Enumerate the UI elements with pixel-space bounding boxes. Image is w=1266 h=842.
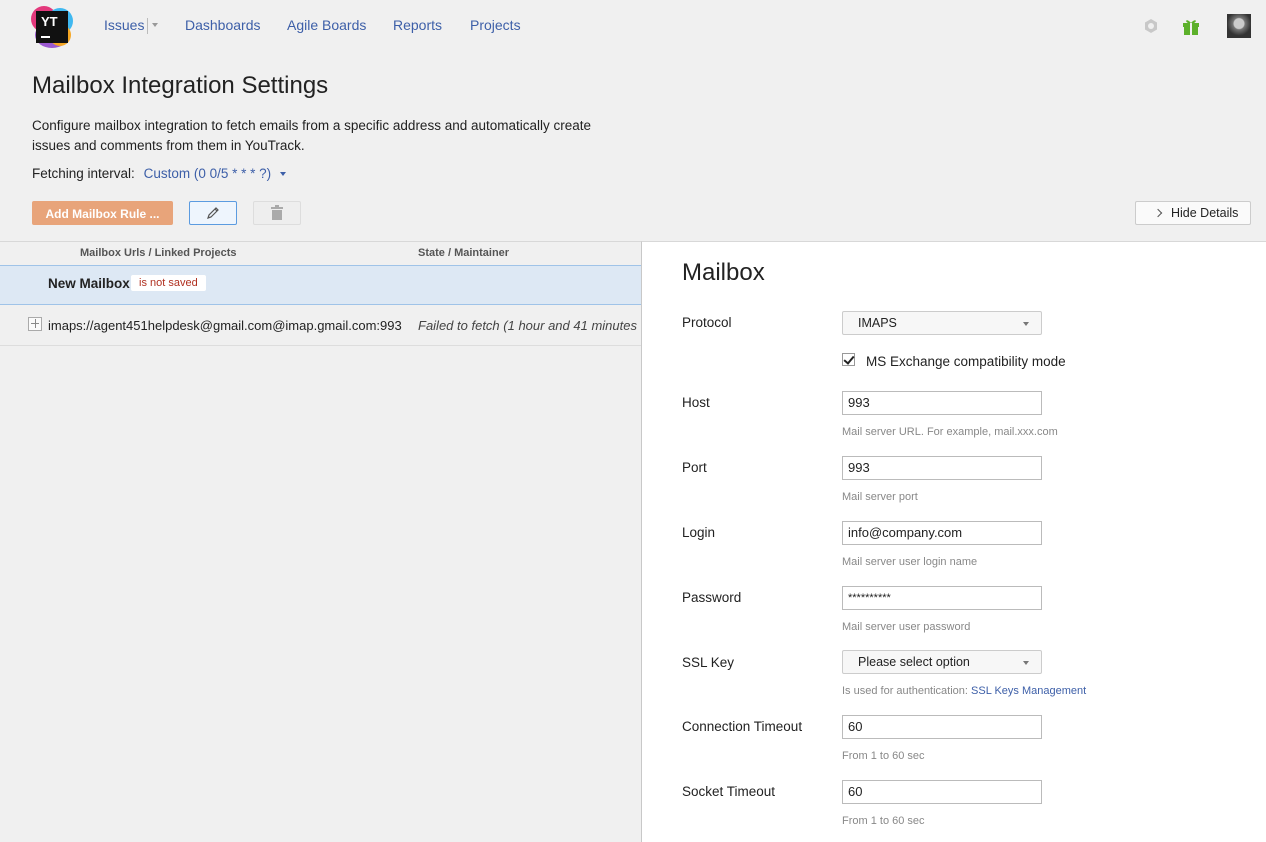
nav-issues[interactable]: Issues [104,17,144,33]
status-badge: is not saved [131,275,206,291]
nav-projects[interactable]: Projects [470,17,521,33]
hide-details-button[interactable]: Hide Details [1135,201,1251,225]
ssl-key-value: Please select option [858,655,970,669]
host-label: Host [682,395,710,410]
ssl-key-hint-text: Is used for authentication: [842,685,968,697]
table-row[interactable]: imaps://agent451helpdesk@gmail.com@imap.… [0,306,641,346]
column-header-state[interactable]: State / Maintainer [418,247,509,259]
port-label: Port [682,460,707,475]
ssl-keys-management-link[interactable]: SSL Keys Management [971,685,1086,697]
hide-details-label: Hide Details [1171,206,1239,220]
nav-reports[interactable]: Reports [393,17,442,33]
mailbox-url: imaps://agent451helpdesk@gmail.com@imap.… [48,318,402,333]
gift-icon[interactable] [1181,16,1201,36]
expand-plus-icon[interactable] [28,317,42,331]
host-input[interactable]: 993 [842,391,1042,415]
port-hint: Mail server port [842,491,918,503]
connection-timeout-hint: From 1 to 60 sec [842,750,925,762]
details-panel: Mailbox Protocol IMAPS MS Exchange compa… [641,241,1266,842]
pencil-icon [207,207,219,219]
delete-button[interactable] [253,201,301,225]
ms-exchange-checkbox[interactable] [842,353,855,366]
edit-button[interactable] [189,201,237,225]
fetching-interval-dropdown-icon[interactable] [279,172,286,177]
column-header-mailbox-urls[interactable]: Mailbox Urls / Linked Projects [80,247,237,259]
connection-timeout-input[interactable]: 60 [842,715,1042,739]
socket-timeout-input[interactable]: 60 [842,780,1042,804]
password-label: Password [682,590,742,605]
settings-hex-icon[interactable] [1143,18,1159,34]
nav-dashboards[interactable]: Dashboards [185,17,261,33]
trash-icon [271,205,283,220]
host-hint: Mail server URL. For example, mail.xxx.c… [842,426,1058,438]
nav-separator [147,18,148,34]
chevron-down-icon [1023,661,1029,665]
details-title: Mailbox [682,259,765,286]
mailbox-state: Failed to fetch (1 hour and 41 minutes [418,318,637,333]
page-title: Mailbox Integration Settings [32,72,329,99]
add-mailbox-rule-button[interactable]: Add Mailbox Rule ... [32,201,173,225]
chevron-down-icon [1023,322,1029,326]
issues-dropdown-icon[interactable] [152,23,158,27]
new-mailbox-name: New Mailbox [48,276,130,291]
protocol-value: IMAPS [858,316,897,330]
protocol-label: Protocol [682,315,732,330]
ms-exchange-label[interactable]: MS Exchange compatibility mode [866,354,1066,369]
fetching-interval: Fetching interval: Custom (0 0/5 * * * ?… [32,166,286,181]
password-hint: Mail server user password [842,621,971,633]
nav-agile-boards[interactable]: Agile Boards [287,17,366,33]
port-input[interactable]: 993 [842,456,1042,480]
fetching-interval-value[interactable]: Custom (0 0/5 * * * ?) [144,166,272,181]
socket-timeout-label: Socket Timeout [682,784,776,799]
youtrack-logo[interactable]: YT [31,6,73,48]
page-description: Configure mailbox integration to fetch e… [32,118,592,153]
password-input[interactable]: ********** [842,586,1042,610]
login-input[interactable]: info@company.com [842,521,1042,545]
socket-timeout-hint: From 1 to 60 sec [842,815,925,827]
table-row-new-mailbox[interactable]: New Mailbox is not saved [0,265,641,305]
ssl-key-select[interactable]: Please select option [842,650,1042,674]
connection-timeout-label: Connection Timeout [682,719,803,734]
ssl-key-hint: Is used for authentication: SSL Keys Man… [842,685,1086,697]
logo-text: YT [41,14,58,29]
table-top-border [0,241,641,242]
user-avatar[interactable] [1227,14,1251,38]
ssl-key-label: SSL Key [682,655,735,670]
login-hint: Mail server user login name [842,556,978,568]
login-label: Login [682,525,716,540]
fetching-interval-label: Fetching interval: [32,166,135,181]
chevron-right-icon [1153,208,1163,218]
protocol-select[interactable]: IMAPS [842,311,1042,335]
